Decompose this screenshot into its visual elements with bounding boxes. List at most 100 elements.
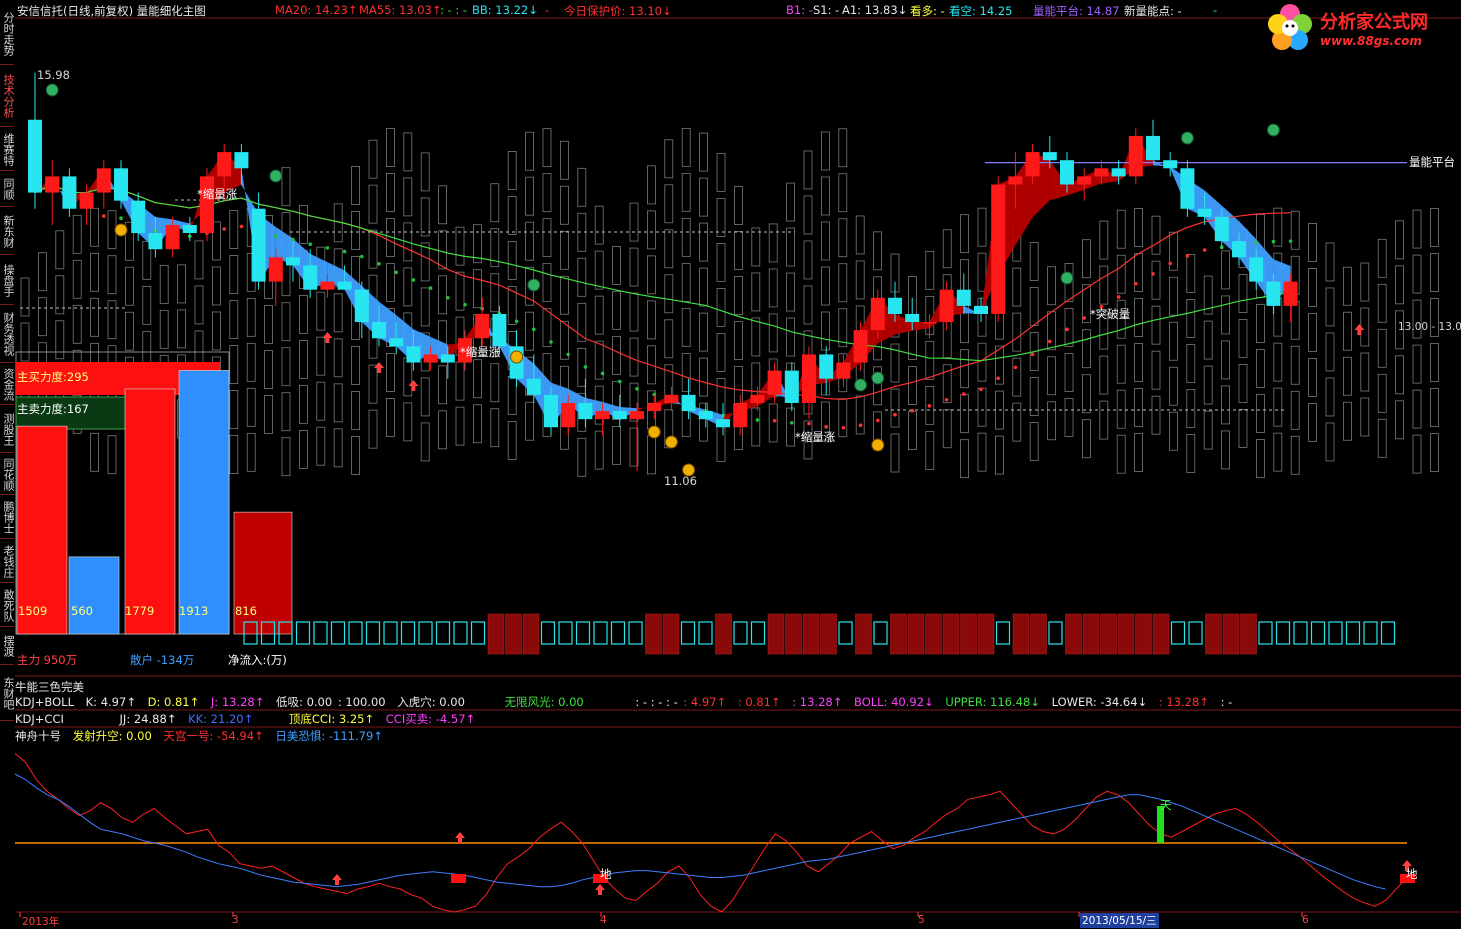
candle-body [79, 192, 94, 209]
signal-dot [119, 216, 123, 221]
state-cell-red [925, 613, 942, 655]
signal-dot [1013, 365, 1018, 370]
sidebar-tab-13[interactable]: 摆渡 [0, 628, 15, 665]
v5-value: : - [1220, 695, 1233, 709]
candle-body [905, 313, 920, 323]
sidebar-tab-4[interactable]: 新东财 [0, 208, 15, 255]
green-marker [1060, 271, 1074, 285]
cci-bs-value: CCI买卖: -4.57↑ [385, 712, 476, 726]
indicator-name-1: 牛能三色完美 [15, 680, 84, 694]
sidebar-tab-6[interactable]: 财务透视 [0, 306, 15, 363]
state-cell-red [890, 613, 907, 655]
state-cell-red [1117, 613, 1135, 655]
signal-dot [566, 352, 570, 357]
sidebar-tab-10[interactable]: 鹏博士 [0, 496, 15, 539]
tian-mark: 天 [1160, 798, 1172, 812]
main-chart-canvas[interactable] [15, 0, 1461, 927]
signal-dot [532, 327, 536, 332]
signal-dot [927, 404, 932, 408]
signal-dot [1116, 295, 1121, 299]
sidebar-tab-9[interactable]: 同花顺 [0, 454, 15, 495]
candle-body [337, 281, 352, 290]
a1-value: A1: 13.83↓ [842, 3, 908, 17]
state-cell-red [1240, 613, 1257, 655]
kdj-cci-name: KDJ+CCI [15, 712, 64, 726]
candle-body [1042, 152, 1057, 161]
lower-value: LOWER: -34.64↓ [1051, 695, 1148, 709]
candle-body [1025, 152, 1040, 177]
candle-body [784, 370, 799, 403]
candle-body [836, 362, 851, 379]
green-marker [1180, 131, 1194, 145]
green-marker [45, 83, 59, 97]
state-cell-red [960, 613, 977, 655]
sidebar-tab-11[interactable]: 老钱庄 [0, 540, 15, 583]
upper-value: UPPER: 116.48↓ [945, 695, 1040, 709]
osc-red-block [451, 874, 466, 883]
low-price-label: 11.06 [664, 474, 697, 488]
signal-dot [1030, 352, 1035, 357]
sidebar-tab-2[interactable]: 维赛特 [0, 128, 15, 171]
gold-marker [664, 435, 678, 449]
high-price-label: 15.98 [37, 68, 70, 82]
d-value: D: 0.81↑ [147, 695, 200, 709]
state-cell-red [1222, 613, 1240, 655]
signal-dot [600, 371, 605, 376]
candle-body [217, 152, 232, 177]
new-point-value: 新量能点: - [1124, 4, 1182, 18]
candle-body [922, 322, 937, 324]
signal-dot [394, 270, 399, 275]
di-mark-1: 地 [600, 867, 612, 881]
sidebar-tab-7[interactable]: 资金流 [0, 364, 15, 405]
signal-dot [291, 237, 295, 242]
platform-value: 量能平台: 14.87 [1033, 4, 1120, 18]
state-cell-red [487, 613, 505, 655]
state-cell-red [907, 613, 925, 655]
sidebar-tab-1[interactable]: 技术分析 [0, 66, 15, 127]
green-marker [871, 371, 885, 385]
retail-label: 散户 -134万 [130, 653, 195, 667]
site-logo[interactable]: 分析家公式网 www.88gs.com [1262, 2, 1458, 54]
candle-body [1077, 176, 1092, 185]
candle-body [939, 289, 954, 323]
state-cell-red [715, 613, 732, 655]
signal-dot [1202, 248, 1207, 252]
signal-dot [790, 421, 794, 425]
indicator-row-3: 神舟十号 发射升空: 0.00 天宫一号: -54.94↑ 日美恐惧: -111… [15, 728, 391, 744]
flower-icon [1268, 4, 1312, 50]
gold-marker [510, 350, 524, 364]
candle-body [716, 419, 730, 428]
sidebar-tab-3[interactable]: 同顺 [0, 172, 15, 207]
sidebar-tab-0[interactable]: 分时走势 [0, 4, 15, 65]
candle-body [200, 176, 214, 234]
candle-body [286, 257, 300, 266]
shrink-volume-label-2: *缩量涨 [460, 345, 501, 359]
jj-value: JJ: 24.88↑ [119, 712, 177, 726]
candle-body [767, 370, 782, 395]
kk-value: KK: 21.20↑ [188, 712, 254, 726]
candle-body [1094, 168, 1109, 177]
candle-body [888, 297, 902, 314]
state-cell-red [785, 613, 802, 655]
main-force-label: 主力 950万 [17, 653, 78, 667]
shenzhou-name: 神舟十号 [15, 729, 61, 743]
signal-dot [772, 418, 777, 423]
chart-title: 安信信托(日线,前复权) 量能细化主图 [17, 4, 206, 18]
sidebar-tab-5[interactable]: 操盘手 [0, 256, 15, 305]
candle-body [630, 411, 644, 420]
candle-body [1266, 281, 1281, 306]
state-cell-red [1030, 613, 1047, 655]
boll-value: BOLL: 40.92↓ [854, 695, 934, 709]
state-cell-red [1205, 613, 1222, 655]
candle-body [750, 394, 765, 403]
sidebar-tab-8[interactable]: 测股王 [0, 406, 15, 453]
signal-dot [1065, 327, 1069, 332]
candle-body [1283, 281, 1298, 306]
sidebar-tab-12[interactable]: 敢死队 [0, 584, 15, 627]
capital-bar-0 [16, 425, 68, 635]
candle-body [182, 224, 197, 234]
sidebar-tab-14[interactable]: 东财吧 [0, 666, 15, 721]
signal-dot [1271, 239, 1276, 244]
candle-body [612, 411, 627, 420]
signal-dot [428, 286, 433, 290]
